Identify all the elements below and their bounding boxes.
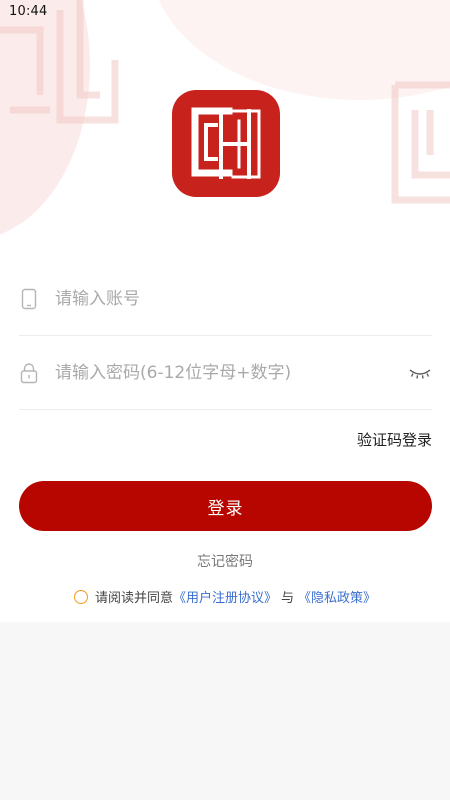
password-input[interactable]: [55, 362, 408, 383]
user-agreement-link[interactable]: 《用户注册协议》: [173, 587, 277, 606]
account-field: [19, 262, 432, 336]
app-logo-icon: [191, 107, 261, 179]
sms-login-link[interactable]: 验证码登录: [357, 429, 432, 450]
background-pattern-right: [391, 81, 450, 204]
account-input[interactable]: [55, 288, 432, 309]
login-button[interactable]: 登录: [19, 481, 432, 531]
agreement-connector: 与: [281, 591, 295, 606]
login-screen: 10:44 请输入账号 验证码登录 登录 忘记密码 请阅读并同意 《用户注册协议…: [0, 0, 450, 800]
password-field: [19, 336, 432, 410]
lock-icon: [19, 362, 39, 384]
agreement-row: 请阅读并同意 《用户注册协议》 与 《隐私政策》: [0, 587, 450, 606]
app-logo: [172, 90, 280, 197]
eye-closed-icon[interactable]: [408, 365, 432, 381]
login-panel: 10:44 请输入账号 验证码登录 登录 忘记密码 请阅读并同意 《用户注册协议…: [0, 0, 450, 622]
agreement-prefix: 请阅读并同意: [94, 591, 173, 606]
phone-icon: [19, 288, 39, 310]
forgot-password-link[interactable]: 忘记密码: [0, 551, 450, 571]
privacy-policy-link[interactable]: 《隐私政策》: [298, 587, 376, 606]
status-bar-time: 10:44: [9, 4, 48, 19]
agree-radio[interactable]: [73, 589, 88, 604]
background-pattern-left: [0, 0, 119, 124]
